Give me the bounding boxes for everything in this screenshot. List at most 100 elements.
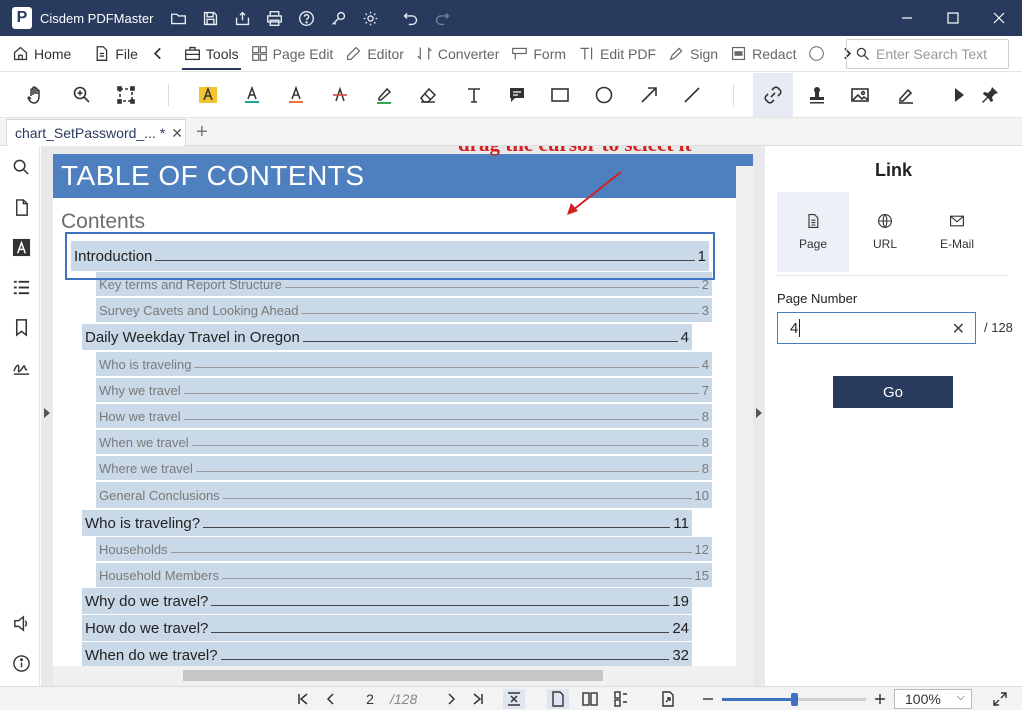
pin-icon[interactable]: [975, 80, 1005, 110]
menu-sign[interactable]: Sign: [662, 36, 724, 72]
highlight-icon[interactable]: [193, 80, 223, 110]
toc-entry[interactable]: Why we travel 7: [96, 378, 712, 402]
squiggly-icon[interactable]: [281, 80, 311, 110]
zoom-in-icon[interactable]: [67, 80, 97, 110]
undo-icon[interactable]: [399, 7, 421, 29]
underline-icon[interactable]: [237, 80, 267, 110]
current-page-input[interactable]: 2: [356, 689, 384, 709]
menu-redact[interactable]: Redact: [724, 36, 802, 72]
zoom-slider[interactable]: [722, 693, 866, 706]
export-page-icon[interactable]: [657, 689, 679, 709]
menu-home[interactable]: Home: [6, 36, 77, 72]
next-page-icon[interactable]: [441, 689, 461, 709]
outline-list-icon[interactable]: [10, 276, 32, 298]
print-icon[interactable]: [263, 7, 285, 29]
open-folder-icon[interactable]: [167, 7, 189, 29]
two-page-icon[interactable]: [579, 689, 601, 709]
add-tab-icon[interactable]: +: [196, 121, 208, 144]
toc-entry[interactable]: Who is traveling? 11: [82, 510, 692, 536]
go-button[interactable]: Go: [833, 376, 953, 408]
speaker-icon[interactable]: [10, 612, 32, 634]
menu-edit-pdf[interactable]: Edit PDF: [572, 36, 662, 72]
search-box[interactable]: Enter Search Text: [846, 39, 1009, 69]
image-icon[interactable]: [845, 80, 875, 110]
toc-entry[interactable]: Why do we travel? 19: [82, 588, 692, 614]
strikethrough-icon[interactable]: [325, 80, 355, 110]
share-icon[interactable]: [231, 7, 253, 29]
signature-icon[interactable]: [891, 80, 921, 110]
menu-page-edit[interactable]: Page Edit: [245, 36, 340, 72]
maximize-icon[interactable]: [930, 0, 976, 36]
ellipse-icon[interactable]: [589, 80, 619, 110]
zoom-slider-handle[interactable]: [791, 693, 798, 706]
info-icon[interactable]: [10, 652, 32, 674]
text-tool-icon[interactable]: [459, 80, 489, 110]
toc-entry[interactable]: How do we travel? 24: [82, 615, 692, 641]
tab-close-icon[interactable]: ✕: [171, 125, 183, 142]
menu-scroll-left[interactable]: [144, 36, 178, 72]
toc-entry[interactable]: Who is traveling 4: [96, 352, 712, 376]
menu-converter[interactable]: Converter: [410, 36, 505, 72]
rectangle-icon[interactable]: [545, 80, 575, 110]
minimize-icon[interactable]: [884, 0, 930, 36]
play-triangle-icon[interactable]: [944, 80, 974, 110]
link-type-url[interactable]: URL: [849, 192, 921, 272]
toc-entry[interactable]: How we travel 8: [96, 404, 712, 428]
search-input[interactable]: Enter Search Text: [876, 46, 987, 62]
left-panel-toggle[interactable]: [41, 146, 53, 686]
prev-page-icon[interactable]: [321, 689, 341, 709]
area-select-icon[interactable]: [111, 80, 141, 110]
search-icon[interactable]: [10, 156, 32, 178]
document-viewer[interactable]: TABLE OF CONTENTS Contents Introduction 1…: [53, 146, 753, 686]
key-icon[interactable]: [327, 7, 349, 29]
close-window-icon[interactable]: [976, 0, 1022, 36]
marker-icon[interactable]: [369, 80, 399, 110]
link-icon[interactable]: [753, 73, 793, 117]
link-type-page[interactable]: Page: [777, 192, 849, 272]
settings-icon[interactable]: [359, 7, 381, 29]
toc-entry[interactable]: General Conclusions 10: [96, 482, 712, 508]
menu-form[interactable]: Form: [505, 36, 572, 72]
right-panel-toggle[interactable]: [753, 146, 765, 686]
hand-tool-icon[interactable]: [20, 80, 50, 110]
single-page-icon[interactable]: [547, 689, 569, 709]
scroll-mode-icon[interactable]: [610, 689, 632, 709]
stamp-icon[interactable]: [802, 80, 832, 110]
toc-entry[interactable]: Households 12: [96, 537, 712, 561]
comment-icon[interactable]: [502, 80, 532, 110]
menu-ocr[interactable]: [802, 36, 836, 72]
fit-page-icon[interactable]: [503, 689, 525, 709]
menu-tools[interactable]: Tools: [178, 36, 245, 72]
menu-file[interactable]: File: [87, 36, 144, 72]
text-box-icon[interactable]: [10, 236, 32, 258]
line-icon[interactable]: [677, 80, 707, 110]
link-type-email[interactable]: E-Mail: [921, 192, 993, 272]
zoom-select[interactable]: 100% ⌵: [894, 689, 972, 709]
toc-entry[interactable]: Survey Cavets and Looking Ahead 3: [96, 298, 712, 322]
eraser-icon[interactable]: [413, 80, 443, 110]
link-selection-box[interactable]: [65, 232, 715, 280]
menu-editor[interactable]: Editor: [339, 36, 410, 72]
help-icon[interactable]: [295, 7, 317, 29]
document-tab[interactable]: chart_SetPassword_... * ✕: [6, 119, 186, 146]
page-number-input[interactable]: 4 ✕: [777, 312, 976, 344]
bookmark-icon[interactable]: [10, 316, 32, 338]
first-page-icon[interactable]: [293, 689, 313, 709]
zoom-in-icon[interactable]: [872, 689, 888, 709]
scroll-thumb[interactable]: [183, 670, 603, 681]
toc-entry[interactable]: Household Members 15: [96, 563, 712, 587]
save-icon[interactable]: [199, 7, 221, 29]
horizontal-scrollbar[interactable]: [53, 666, 753, 686]
clear-input-icon[interactable]: ✕: [952, 319, 965, 339]
toc-entry[interactable]: Daily Weekday Travel in Oregon 4: [82, 324, 692, 350]
arrow-icon[interactable]: [634, 80, 664, 110]
redo-icon[interactable]: [431, 7, 453, 29]
toc-entry[interactable]: When we travel 8: [96, 430, 712, 454]
toc-entry[interactable]: When do we travel? 32: [82, 642, 692, 668]
vertical-scrollbar[interactable]: [736, 166, 753, 666]
toc-entry[interactable]: Where we travel 8: [96, 456, 712, 480]
signature-panel-icon[interactable]: [10, 356, 32, 378]
last-page-icon[interactable]: [468, 689, 488, 709]
zoom-out-icon[interactable]: [700, 689, 716, 709]
thumbnails-icon[interactable]: [10, 196, 32, 218]
